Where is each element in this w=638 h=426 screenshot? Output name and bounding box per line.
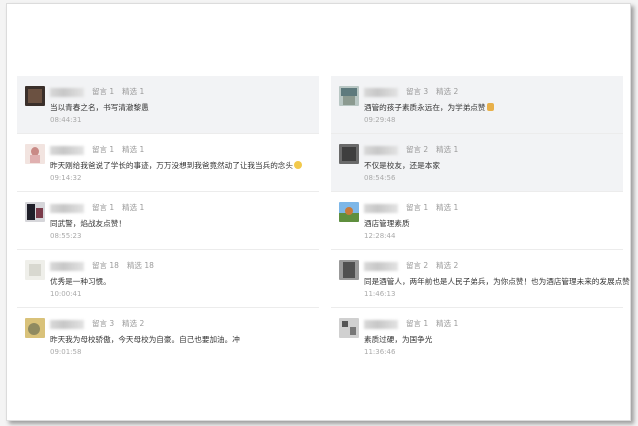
comment-item[interactable]: 留言 1 精选 1 同武警，焰战友点赞！ 08:55:23 [17, 192, 319, 250]
avatar[interactable] [25, 202, 45, 222]
user-name[interactable] [364, 203, 398, 213]
pick-count: 精选 1 [436, 319, 459, 328]
user-name[interactable] [50, 87, 84, 97]
pick-count: 精选 1 [122, 203, 145, 212]
user-name[interactable] [364, 145, 398, 155]
avatar[interactable] [25, 144, 45, 164]
comment-item[interactable]: 留言 2 精选 2 同是酒管人，两年前也是人民子弟兵，为你点赞！也为酒店管理未来的… [331, 250, 630, 308]
comment-time: 08:54:56 [364, 174, 396, 182]
comment-item[interactable]: 留言 1 精选 1 当以青春之名，书写清澈黎愚 08:44:31 [17, 76, 319, 134]
avatar[interactable] [339, 318, 359, 338]
comment-time: 08:55:23 [50, 232, 82, 240]
avatar[interactable] [25, 318, 45, 338]
pick-count: 精选 18 [126, 261, 154, 270]
pick-count: 精选 1 [436, 145, 459, 154]
comment-time: 10:00:41 [50, 290, 82, 298]
avatar[interactable] [25, 86, 45, 106]
user-name[interactable] [364, 319, 398, 329]
like-count: 留言 1 [92, 145, 115, 154]
avatar[interactable] [339, 144, 359, 164]
comment-text: 素质过硬，为国争光 [364, 335, 433, 344]
comment-item[interactable]: 留言 2 精选 1 不仅是校友，还是本家 08:54:56 [331, 134, 623, 192]
comment-text: 同武警，焰战友点赞！ [50, 219, 126, 228]
user-name[interactable] [50, 203, 84, 213]
user-name[interactable] [50, 319, 84, 329]
pick-count: 精选 2 [436, 87, 459, 96]
pick-count: 精选 1 [436, 203, 459, 212]
grin-emoji-icon [294, 161, 302, 169]
comment-text: 昨天刚给我爸说了学长的事迹，万万没想到我爸竟然动了让我当兵的念头 [50, 160, 302, 171]
comment-text: 酒店管理素质 [364, 219, 410, 228]
user-name[interactable] [50, 261, 84, 271]
user-name[interactable] [50, 145, 84, 155]
like-count: 留言 1 [92, 87, 115, 96]
comment-time: 09:01:58 [50, 348, 82, 356]
user-name[interactable] [364, 87, 398, 97]
pick-count: 精选 1 [122, 145, 145, 154]
comment-time: 08:44:31 [50, 116, 82, 124]
user-name[interactable] [364, 261, 398, 271]
thumbs-up-icon [486, 103, 494, 111]
comment-time: 12:28:44 [364, 232, 396, 240]
like-count: 留言 1 [406, 319, 429, 328]
avatar[interactable] [25, 260, 45, 280]
like-count: 留言 1 [92, 203, 115, 212]
comment-item[interactable]: 留言 1 精选 1 昨天刚给我爸说了学长的事迹，万万没想到我爸竟然动了让我当兵的念… [17, 134, 319, 192]
like-count: 留言 18 [92, 261, 119, 270]
pick-count: 精选 2 [436, 261, 459, 270]
comment-item[interactable]: 留言 1 精选 1 素质过硬，为国争光 11:36:46 [331, 308, 623, 365]
like-count: 留言 1 [406, 203, 429, 212]
like-count: 留言 2 [406, 145, 429, 154]
like-count: 留言 2 [406, 261, 429, 270]
comment-text: 昨天我为母校骄傲，今天母校为自豪。自己也要加油。冲 [50, 335, 240, 344]
like-count: 留言 3 [92, 319, 115, 328]
like-count: 留言 3 [406, 87, 429, 96]
pick-count: 精选 1 [122, 87, 145, 96]
comment-item[interactable]: 留言 3 精选 2 酒管的孩子素质永远在，为学弟点赞 09:29:48 [331, 76, 623, 134]
comment-time: 11:36:46 [364, 348, 396, 356]
avatar[interactable] [339, 260, 359, 280]
comment-panel: 留言 1 精选 1 当以青春之名，书写清澈黎愚 08:44:31 留言 1 精选 1… [6, 3, 631, 421]
comment-text: 不仅是校友，还是本家 [364, 161, 440, 170]
comment-text: 当以青春之名，书写清澈黎愚 [50, 103, 149, 112]
comment-time: 09:14:32 [50, 174, 82, 182]
comment-text: 优秀是一种习惯。 [50, 277, 111, 286]
comment-time: 09:29:48 [364, 116, 396, 124]
comment-text: 同是酒管人，两年前也是人民子弟兵，为你点赞！也为酒店管理未来的发展点赞！ [364, 277, 631, 286]
avatar[interactable] [339, 86, 359, 106]
comment-item[interactable]: 留言 3 精选 2 昨天我为母校骄傲，今天母校为自豪。自己也要加油。冲 09:01… [17, 308, 319, 365]
comment-item[interactable]: 留言 18 精选 18 优秀是一种习惯。 10:00:41 [17, 250, 319, 308]
avatar[interactable] [339, 202, 359, 222]
comment-time: 11:46:13 [364, 290, 396, 298]
pick-count: 精选 2 [122, 319, 145, 328]
comment-item[interactable]: 留言 1 精选 1 酒店管理素质 12:28:44 [331, 192, 623, 250]
comment-text: 酒管的孩子素质永远在，为学弟点赞 [364, 102, 494, 113]
